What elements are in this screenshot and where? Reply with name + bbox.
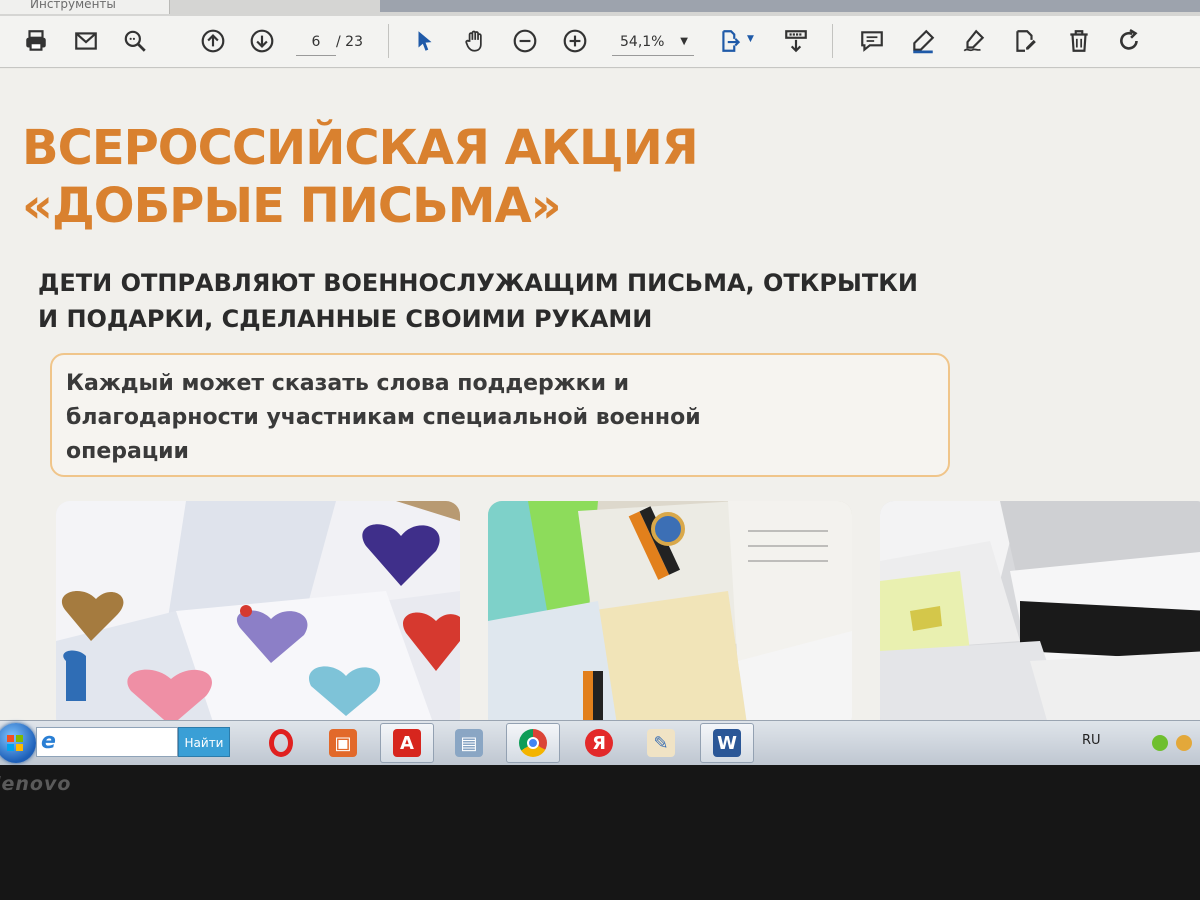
page-subtitle: ДЕТИ ОТПРАВЛЯЮТ ВОЕННОСЛУЖАЩИМ ПИСЬМА, О… <box>38 265 1018 337</box>
page-title: ВСЕРОССИЙСКАЯ АКЦИЯ «ДОБРЫЕ ПИСЬМА» <box>22 119 842 235</box>
taskbar-word[interactable]: W <box>700 723 754 763</box>
photo-letters-ribbon <box>488 501 852 720</box>
search-icon[interactable] <box>120 26 150 56</box>
toolbar-divider <box>388 24 389 58</box>
acrobat-icon: A <box>393 729 421 757</box>
taskbar-acrobat[interactable]: A <box>380 723 434 763</box>
rotate-icon[interactable] <box>1115 26 1145 56</box>
laptop-bezel: lenovo <box>0 765 1200 900</box>
tab-strip: Инструменты <box>0 0 1200 16</box>
arrow-down-icon[interactable] <box>247 26 277 56</box>
tab-document[interactable] <box>380 0 1200 12</box>
zoom-in-icon[interactable] <box>560 26 590 56</box>
trash-icon[interactable] <box>1064 26 1094 56</box>
quote-box: Каждый может сказать слова поддержки и б… <box>50 353 950 477</box>
paint-icon: ✎ <box>647 729 675 757</box>
taskbar-chrome[interactable] <box>506 723 560 763</box>
powerpoint-icon: ▣ <box>329 729 357 757</box>
tray-icon[interactable] <box>1152 735 1168 751</box>
print-icon[interactable] <box>21 26 51 56</box>
quote-line: благодарности участникам специальной вое… <box>66 405 701 430</box>
arrow-up-icon[interactable] <box>198 26 228 56</box>
fit-page-icon[interactable] <box>716 26 746 56</box>
document-page: ВСЕРОССИЙСКАЯ АКЦИЯ «ДОБРЫЕ ПИСЬМА» ДЕТИ… <box>0 69 1200 720</box>
zoom-select[interactable]: 54,1% ▼ <box>612 28 694 56</box>
yandex-icon: Я <box>585 729 613 757</box>
chevron-down-icon: ▼ <box>680 36 688 47</box>
photo-letters-hearts <box>56 501 460 720</box>
edit-icon[interactable] <box>1010 26 1040 56</box>
opera-icon <box>269 729 293 757</box>
mail-icon[interactable] <box>71 26 101 56</box>
comment-icon[interactable] <box>857 26 887 56</box>
subtitle-line: ДЕТИ ОТПРАВЛЯЮТ ВОЕННОСЛУЖАЩИМ ПИСЬМА, О… <box>38 269 918 297</box>
chrome-icon <box>519 729 547 757</box>
download-icon[interactable] <box>781 26 811 56</box>
language-indicator[interactable]: RU <box>1082 733 1101 748</box>
zoom-value: 54,1% <box>620 34 665 50</box>
taskbar-powerpoint[interactable]: ▣ <box>316 723 370 763</box>
brand-logo: lenovo <box>0 773 72 795</box>
windows-logo-icon <box>7 735 23 751</box>
printer-icon: ▤ <box>455 729 483 757</box>
tab-tools[interactable]: Инструменты <box>0 0 170 14</box>
highlight-icon[interactable] <box>908 26 938 56</box>
quote-line: Каждый может сказать слова поддержки и <box>66 371 630 396</box>
hand-icon[interactable] <box>460 26 490 56</box>
zoom-out-icon[interactable] <box>510 26 540 56</box>
chevron-down-icon[interactable]: ▼ <box>747 34 754 44</box>
ie-icon: e <box>41 729 56 754</box>
page-number-input[interactable]: 6 <box>296 28 336 56</box>
taskbar-paint[interactable]: ✎ <box>634 723 688 763</box>
search-input[interactable]: e <box>36 727 178 757</box>
tray-icon[interactable] <box>1176 735 1192 751</box>
word-icon: W <box>713 729 741 757</box>
page-total: / 23 <box>336 34 363 50</box>
quote-line: операции <box>66 439 189 464</box>
pdf-toolbar: 6 / 23 54,1% ▼ ▼ <box>0 16 1200 68</box>
quote-text: Каждый может сказать слова поддержки и б… <box>66 367 926 469</box>
search-button[interactable]: Найти <box>178 727 230 757</box>
title-line: «ДОБРЫЕ ПИСЬМА» <box>22 178 562 234</box>
toolbar-divider <box>832 24 833 58</box>
title-line: ВСЕРОССИЙСКАЯ АКЦИЯ <box>22 120 699 176</box>
taskbar-yandex[interactable]: Я <box>572 723 626 763</box>
photo-stacked-letters <box>880 501 1200 720</box>
subtitle-line: И ПОДАРКИ, СДЕЛАННЫЕ СВОИМИ РУКАМИ <box>38 305 653 333</box>
taskbar-opera[interactable] <box>254 723 308 763</box>
sign-icon[interactable] <box>959 26 989 56</box>
start-button[interactable] <box>0 723 36 763</box>
cursor-icon[interactable] <box>410 26 440 56</box>
taskbar-printer[interactable]: ▤ <box>442 723 496 763</box>
screen: Инструменты 6 / 23 54,1% ▼ ▼ ВСЕРОССИЙСК… <box>0 0 1200 765</box>
taskbar: e Найти ▣ A ▤ Я ✎ W RU <box>0 720 1200 765</box>
